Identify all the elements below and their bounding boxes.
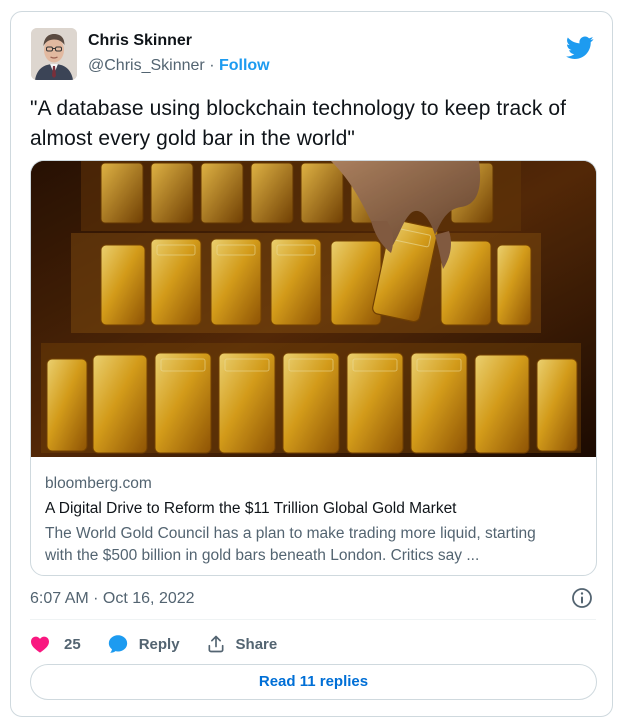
reply-label: Reply xyxy=(138,635,180,653)
share-button[interactable]: Share xyxy=(206,634,278,654)
link-description: The World Gold Council has a plan to mak… xyxy=(45,525,536,564)
author-block: Chris Skinner @Chris_Skinner · Follow xyxy=(88,30,270,78)
author-name[interactable]: Chris Skinner xyxy=(88,30,270,52)
speech-bubble-icon xyxy=(108,635,127,653)
share-label: Share xyxy=(235,635,278,653)
share-upload-icon xyxy=(208,635,224,653)
link-preview-card[interactable]: bloomberg.com A Digital Drive to Reform … xyxy=(30,160,597,576)
like-button[interactable]: 25 xyxy=(30,635,81,653)
tweet-card: Chris Skinner @Chris_Skinner · Follow "A… xyxy=(10,11,613,717)
author-handle[interactable]: @Chris_Skinner xyxy=(88,57,205,74)
tweet-text: "A database using blockchain technology … xyxy=(30,97,567,150)
meta-separator: · xyxy=(209,57,215,74)
link-preview-body: bloomberg.com A Digital Drive to Reform … xyxy=(45,473,582,567)
link-preview-image xyxy=(31,161,596,457)
info-icon[interactable] xyxy=(570,586,594,610)
avatar[interactable] xyxy=(31,28,77,80)
twitter-bird-icon[interactable] xyxy=(566,36,594,60)
avatar-image xyxy=(31,28,77,80)
reply-button[interactable]: Reply xyxy=(107,633,180,655)
tweet-header: Chris Skinner @Chris_Skinner · Follow xyxy=(31,28,596,86)
divider xyxy=(30,619,596,620)
gold-bars-photo xyxy=(31,161,596,457)
like-count: 25 xyxy=(64,635,81,653)
link-title: A Digital Drive to Reform the $11 Trilli… xyxy=(45,500,457,517)
heart-icon xyxy=(31,636,49,653)
tweet-timestamp[interactable]: 6:07 AM · Oct 16, 2022 xyxy=(30,587,195,611)
author-meta: @Chris_Skinner · Follow xyxy=(88,54,270,78)
read-replies-button[interactable]: Read 11 replies xyxy=(30,664,597,700)
action-bar: 25 Reply Share xyxy=(30,629,303,659)
link-domain: bloomberg.com xyxy=(45,475,152,492)
follow-button[interactable]: Follow xyxy=(219,57,270,74)
